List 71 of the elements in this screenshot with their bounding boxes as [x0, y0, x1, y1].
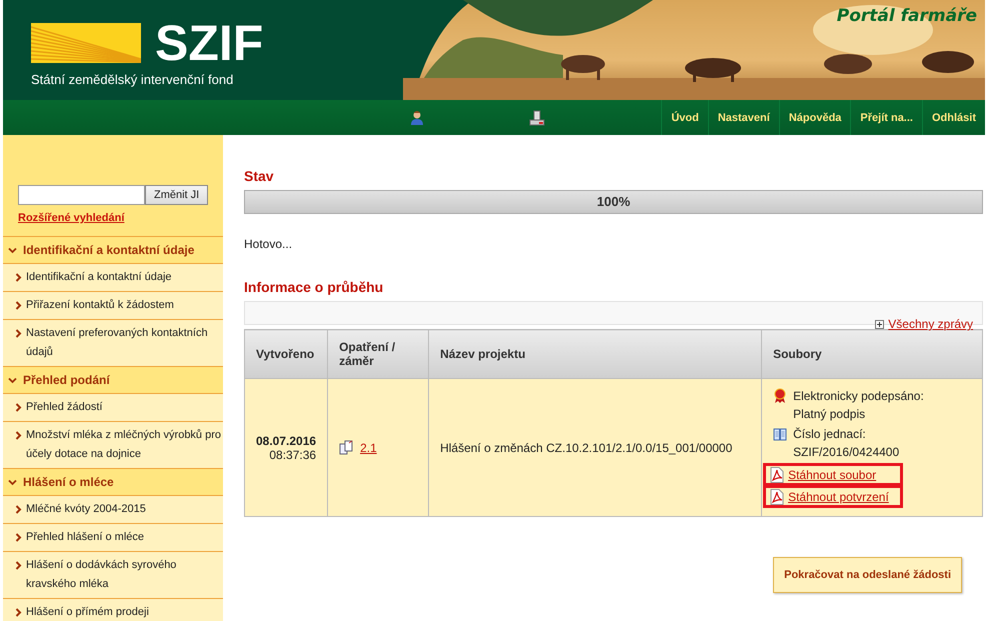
chevron-right-icon [15, 301, 22, 310]
sidebar-item-label: Mléčné kvóty 2004-2015 [26, 502, 146, 517]
chevron-right-icon [15, 561, 22, 570]
sidebar-item[interactable]: Mléčné kvóty 2004-2015 [3, 496, 223, 524]
person-icon [409, 110, 425, 126]
sidebar-item-label: Přehled hlášení o mléce [26, 530, 144, 545]
time-text: 08:37:36 [268, 448, 316, 462]
all-messages-link[interactable]: Všechny zprávy [888, 317, 973, 331]
sidebar-item[interactable]: Identifikační a kontaktní údaje [3, 264, 223, 292]
sidebar-item-label: Hlášení o přímém prodeji [26, 605, 149, 620]
sidebar-item[interactable]: Hlášení o dodávkách syrového kravského mléka [3, 552, 223, 599]
column-header: Soubory [762, 330, 982, 378]
sidebar-item[interactable]: Hlášení o přímém prodeji [3, 599, 223, 621]
section-title: Přehled podání [23, 373, 110, 387]
portal-title: Portál farmáře [836, 6, 977, 26]
status-message: Hotovo... [244, 237, 294, 251]
logo-subtitle: Státní zemědělský intervenční fond [31, 72, 234, 87]
column-header: Název projektu [428, 330, 762, 378]
nav-link[interactable]: Úvod [661, 100, 708, 135]
download-link[interactable]: Stáhnout potvrzení [788, 488, 889, 504]
sidebar-item-label: Hlášení o dodávkách syrového kravského mléka [26, 558, 178, 592]
sidebar-section-header[interactable]: Hlášení o mléce [3, 469, 223, 496]
section-heading: Stav [244, 168, 275, 184]
progress-label: 100% [596, 194, 630, 209]
section-heading: Informace o průběhu [244, 279, 384, 295]
column-header: Opatření / záměr [328, 330, 429, 378]
sidebar-item[interactable]: Přehled hlášení o mléce [3, 524, 223, 552]
chevron-right-icon [15, 403, 22, 412]
nav-link[interactable]: Odhlásit [922, 100, 985, 135]
logo-text: SZIF [155, 20, 264, 66]
book-icon [773, 426, 788, 442]
sidebar-item-label: Přiřazení kontaktů k žádostem [26, 298, 174, 313]
sidebar-item-label: Identifikační a kontaktní údaje [26, 270, 172, 285]
sidebar-item-label: Přehled žádostí [26, 400, 102, 415]
measure-link[interactable]: 2.1 [360, 440, 377, 454]
sidebar-section-header[interactable]: Identifikační a kontaktní údaje [3, 237, 223, 264]
sidebar-section-header[interactable]: Přehled podání [3, 367, 223, 394]
continue-button[interactable]: Pokračovat na odeslané žádosti [773, 557, 962, 593]
expand-icon [875, 320, 884, 328]
file-info-text: Číslo jednací: [793, 426, 867, 443]
chevron-right-icon [15, 608, 22, 617]
chevron-right-icon [15, 431, 22, 440]
advanced-search-link[interactable]: Rozšířené vyhledání [18, 212, 124, 224]
file-info-text: SZIF/2016/0424400 [793, 444, 900, 461]
pdf-icon [770, 489, 784, 505]
nav-link[interactable]: Přejít na... [850, 100, 922, 135]
logo-icon [31, 23, 141, 63]
nav-link[interactable]: Nápověda [778, 100, 850, 135]
chevron-right-icon [15, 329, 22, 338]
rosette-icon [773, 388, 788, 404]
change-button[interactable]: Změnit JI [145, 185, 208, 205]
section-title: Hlášení o mléce [23, 475, 114, 489]
sidebar-item[interactable]: Přiřazení kontaktů k žádostem [3, 292, 223, 320]
documents-icon [339, 440, 354, 455]
nav-link[interactable]: Nastavení [708, 100, 779, 135]
column-header: Vytvořeno [244, 330, 328, 378]
chevron-right-icon [15, 273, 22, 282]
file-info-text: Elektronicky podepsáno: [793, 388, 924, 405]
date-text: 08.07.2016 [256, 434, 316, 448]
chevron-right-icon [15, 505, 22, 514]
sidebar-item-label: Nastavení preferovaných kontaktních údajů [26, 326, 209, 360]
chevron-right-icon [15, 533, 22, 542]
computer-icon [529, 110, 545, 126]
sidebar-item[interactable]: Přehled žádostí [3, 394, 223, 422]
download-link[interactable]: Stáhnout soubor [788, 466, 876, 482]
pdf-icon [770, 467, 784, 483]
search-field[interactable] [18, 185, 145, 205]
section-title: Identifikační a kontaktní údaje [23, 243, 194, 257]
table-cell: Hlášení o změnách CZ.10.2.101/2.1/0.0/15_001/00000 [428, 378, 762, 516]
sidebar-item-label: Množství mléka z mléčných výrobků pro účely dotace na dojnice [26, 428, 221, 462]
file-info-text: Platný podpis [793, 406, 866, 423]
